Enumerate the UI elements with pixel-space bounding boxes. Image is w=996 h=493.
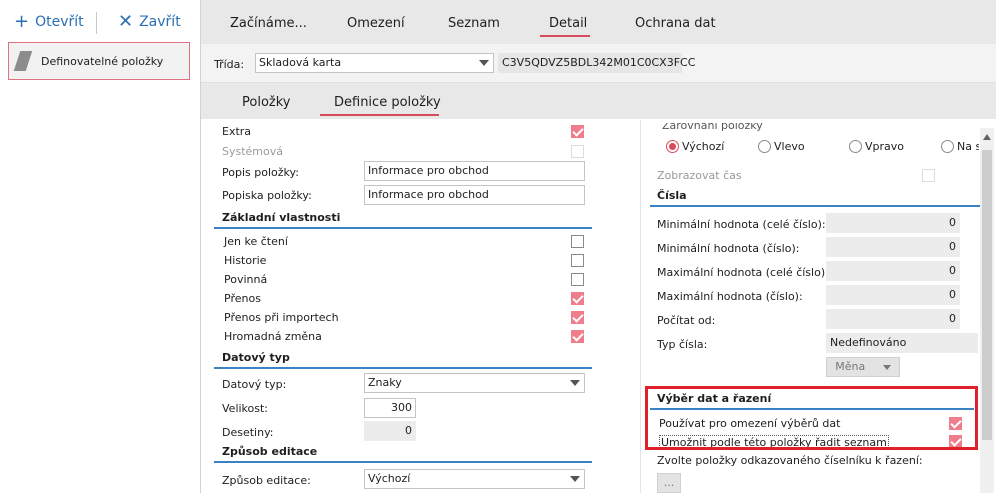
required-label: Povinná [224, 273, 268, 286]
bulk-change-label: Hromadná změna [224, 330, 322, 343]
numtype-label: Typ čísla: [657, 338, 708, 351]
min-int-input[interactable]: 0 [826, 213, 960, 233]
chevron-down-icon [882, 364, 891, 370]
popiska-label: Popiska položky: [222, 189, 312, 202]
nav-item-label: Definovatelné položky [41, 54, 164, 68]
radio-center-label: Na s [957, 140, 979, 153]
max-num-input[interactable]: 0 [826, 285, 960, 305]
toolbar-divider [96, 12, 97, 34]
plus-icon: + [14, 11, 30, 32]
subtab-definice-polozky[interactable]: Definice položky [334, 95, 441, 110]
section-edit-title: Způsob editace [222, 445, 318, 458]
readonly-label: Jen ke čtení [224, 235, 288, 248]
column-divider [640, 120, 641, 493]
scrollbar[interactable] [980, 128, 994, 493]
close-icon: ✕ [118, 11, 134, 32]
min-num-input[interactable]: 0 [826, 237, 960, 257]
scroll-up-icon[interactable] [983, 134, 991, 140]
size-label: Velikost: [222, 402, 269, 415]
max-int-label: Maximální hodnota (celé číslo): [657, 266, 829, 279]
extra-label: Extra [222, 125, 252, 138]
readonly-checkbox[interactable] [571, 235, 584, 248]
scroll-thumb[interactable] [982, 150, 992, 440]
tab-detail[interactable]: Detail [549, 16, 587, 31]
extra-checkbox[interactable] [571, 125, 584, 138]
decimals-input: 0 [364, 421, 416, 441]
transfer-checkbox[interactable] [571, 292, 584, 305]
active-subtab-underline [320, 114, 439, 116]
radio-center[interactable] [941, 140, 954, 153]
section-divider [214, 227, 592, 229]
count-from-label: Počítat od: [657, 314, 716, 327]
class-select[interactable]: Skladová karta [255, 53, 494, 73]
show-time-checkbox [922, 169, 935, 182]
tab-zaciname[interactable]: Začínáme... [230, 16, 307, 31]
show-time-label: Zobrazovat čas [657, 169, 742, 182]
radio-left[interactable] [758, 140, 771, 153]
edit-label: Způsob editace: [222, 474, 311, 487]
item-stripe-icon [13, 51, 33, 71]
active-tab-underline [540, 35, 590, 37]
class-label: Třída: [214, 58, 245, 71]
min-int-label: Minimální hodnota (celé číslo): [657, 218, 826, 231]
history-checkbox[interactable] [571, 254, 584, 267]
max-int-input[interactable]: 0 [826, 261, 960, 281]
section-basic-title: Základní vlastnosti [222, 211, 341, 224]
system-label: Systémová [222, 145, 283, 158]
decimals-label: Desetiny: [222, 426, 274, 439]
radio-right-label: Vpravo [865, 140, 905, 153]
subtab-polozky[interactable]: Položky [242, 95, 290, 110]
nav-item-definable-items[interactable]: Definovatelné položky [8, 42, 190, 80]
close-button[interactable]: ✕ Zavřít [118, 12, 181, 32]
section-datatype-title: Datový typ [222, 351, 290, 364]
radio-left-label: Vlevo [774, 140, 805, 153]
numtype-select[interactable]: Nedefinováno [826, 333, 978, 353]
class-code-field: C3V5QDVZ5BDL342M01C0CX3FCC [498, 53, 695, 73]
popis-input[interactable]: Informace pro obchod [364, 161, 585, 181]
min-num-label: Minimální hodnota (číslo): [657, 242, 800, 255]
open-button[interactable]: + Otevřít [14, 12, 84, 32]
size-input[interactable]: 300 [364, 398, 416, 418]
section-divider [214, 461, 592, 463]
popis-label: Popis položky: [222, 166, 299, 179]
radio-default-label: Výchozí [682, 140, 725, 153]
section-divider [214, 367, 592, 369]
transfer-label: Přenos [224, 292, 261, 305]
bulk-change-checkbox[interactable] [571, 330, 584, 343]
edit-select[interactable]: Výchozí [364, 469, 585, 489]
datatype-label: Datový typ: [222, 378, 287, 391]
radio-right[interactable] [849, 140, 862, 153]
currency-button[interactable]: Měna [826, 357, 900, 377]
chevron-down-icon [570, 380, 580, 386]
count-from-input[interactable]: 0 [826, 309, 960, 329]
ellipsis-button[interactable]: ... [657, 473, 681, 493]
section-numbers-title: Čísla [657, 189, 687, 202]
transfer-import-checkbox[interactable] [571, 311, 584, 324]
choose-sort-label: Zvolte položky odkazovaného číselníku k … [657, 454, 923, 467]
section-divider [650, 205, 980, 207]
popiska-input[interactable]: Informace pro obchod [364, 185, 585, 205]
history-label: Historie [224, 254, 267, 267]
radio-default[interactable] [666, 140, 679, 153]
tab-seznam[interactable]: Seznam [448, 16, 500, 31]
tab-ochrana-dat[interactable]: Ochrana dat [635, 16, 716, 31]
system-checkbox [571, 145, 584, 158]
align-title: Zarovnání položky [662, 119, 763, 132]
chevron-down-icon [479, 60, 489, 66]
highlight-box [645, 386, 978, 450]
max-num-label: Maximální hodnota (číslo): [657, 290, 803, 303]
transfer-import-label: Přenos při importech [224, 311, 339, 324]
top-tab-bar [201, 0, 996, 44]
tab-omezeni[interactable]: Omezení [347, 16, 405, 31]
datatype-select[interactable]: Znaky [364, 373, 585, 393]
required-checkbox[interactable] [571, 273, 584, 286]
chevron-down-icon [570, 476, 580, 482]
